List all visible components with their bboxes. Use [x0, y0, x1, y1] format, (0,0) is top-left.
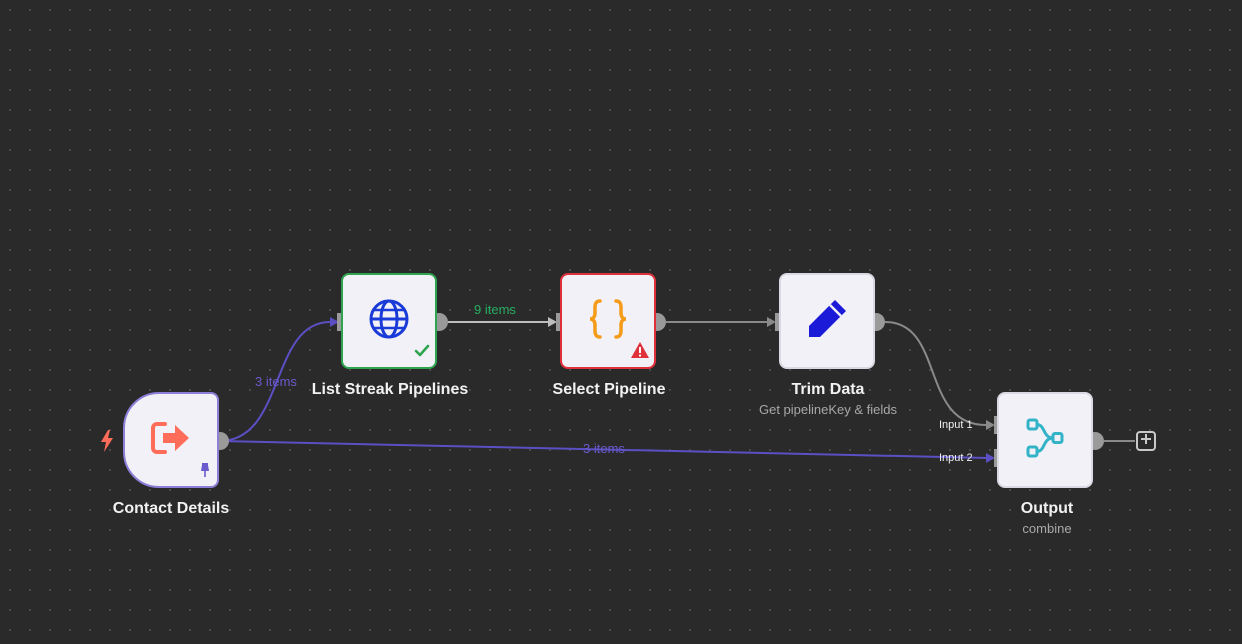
- node-title: Output: [1020, 500, 1074, 517]
- pin-icon: [199, 463, 211, 482]
- pencil-icon: [805, 297, 849, 346]
- node-contact-details[interactable]: [123, 392, 219, 488]
- add-node-button[interactable]: [1136, 431, 1156, 451]
- node-list-streak-pipelines[interactable]: [341, 273, 437, 369]
- connection-arrowhead: [767, 317, 776, 327]
- warning-icon[interactable]: [631, 342, 649, 363]
- node-trim-data[interactable]: [779, 273, 875, 369]
- connection-arrowhead: [986, 420, 995, 430]
- trigger-bolt-icon: [100, 430, 114, 457]
- node-select-pipeline[interactable]: [560, 273, 656, 369]
- edge-label-items: 9 items: [474, 302, 516, 317]
- node-title: Contact Details: [112, 500, 230, 517]
- input-label-1: Input 1: [939, 419, 973, 431]
- node-output[interactable]: [997, 392, 1093, 488]
- connection-arrowhead: [548, 317, 557, 327]
- input-label-2: Input 2: [939, 452, 973, 464]
- node-title: List Streak Pipelines: [311, 381, 469, 398]
- edge-label-items: 3 items: [583, 441, 625, 456]
- connection-arrowhead: [986, 453, 995, 463]
- code-braces-icon: [586, 297, 630, 346]
- success-check-icon: [414, 344, 430, 363]
- merge-icon: [1024, 417, 1066, 464]
- exit-arrow-icon: [151, 421, 191, 460]
- node-title: Select Pipeline: [552, 381, 666, 398]
- node-subtitle: combine: [1022, 521, 1072, 536]
- plus-icon: [1140, 432, 1152, 450]
- node-title: Trim Data: [791, 381, 865, 398]
- node-subtitle: Get pipelineKey & fields: [758, 402, 898, 417]
- globe-icon: [368, 298, 410, 345]
